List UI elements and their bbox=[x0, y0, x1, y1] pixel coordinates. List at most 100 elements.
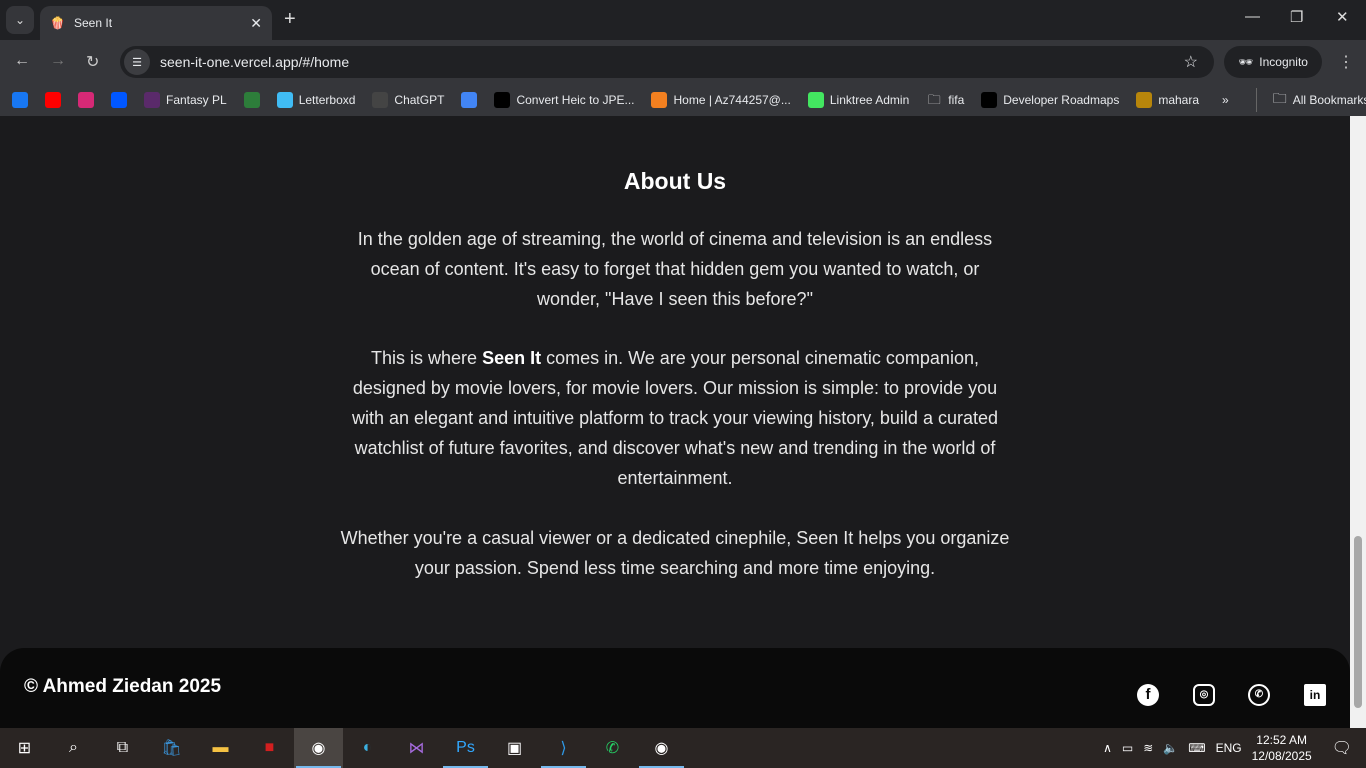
mahara-icon bbox=[1136, 92, 1153, 108]
start-button[interactable]: ⊞ bbox=[0, 728, 49, 768]
facebook-icon bbox=[12, 92, 28, 108]
whatsapp-icon[interactable]: ✆ bbox=[1248, 684, 1270, 706]
bookmark-item[interactable]: Letterboxd bbox=[276, 92, 356, 108]
youtube-icon bbox=[45, 92, 61, 108]
tab-search-button[interactable]: ⌄ bbox=[6, 6, 34, 34]
h-icon bbox=[494, 92, 511, 108]
bookmark-item[interactable] bbox=[243, 92, 260, 108]
bookmark-label: ChatGPT bbox=[394, 93, 445, 107]
scrollbar-thumb[interactable] bbox=[1354, 536, 1362, 708]
reload-button[interactable]: ↻ bbox=[86, 52, 99, 72]
bookmark-item[interactable]: ChatGPT bbox=[372, 92, 444, 108]
time: 12:52 AM bbox=[1256, 733, 1307, 747]
bookmark-item[interactable]: 🗀 fifa bbox=[926, 92, 964, 108]
bookmark-label: Fantasy PL bbox=[166, 93, 227, 107]
bookmarks-bar: Fantasy PL Letterboxd ChatGPT Convert Heic … bbox=[0, 84, 1366, 116]
acrobat-icon[interactable]: ■ bbox=[245, 728, 294, 768]
behance-icon bbox=[111, 92, 127, 108]
notifications-icon[interactable]: 🗨 bbox=[1332, 738, 1352, 758]
terminal-icon[interactable]: ▣ bbox=[490, 728, 539, 768]
linktree-icon bbox=[807, 92, 824, 108]
bookmark-item[interactable]: Linktree Admin bbox=[807, 92, 909, 108]
language-indicator[interactable]: ENG bbox=[1216, 741, 1242, 755]
wifi-icon[interactable]: ≋ bbox=[1143, 741, 1153, 755]
instagram-icon bbox=[78, 92, 94, 108]
new-tab-button[interactable]: + bbox=[284, 8, 296, 31]
battery-icon[interactable]: ▭ bbox=[1122, 741, 1133, 755]
edge-icon[interactable]: ◐ bbox=[343, 728, 392, 768]
bookmark-item[interactable] bbox=[12, 92, 28, 108]
chevron-up-icon[interactable]: ∧ bbox=[1103, 741, 1112, 755]
about-paragraph-1: In the golden age of streaming, the worl… bbox=[357, 229, 993, 309]
store-icon[interactable]: 🛍 bbox=[147, 728, 196, 768]
incognito-icon: 🕶 bbox=[1238, 55, 1254, 69]
close-window-button[interactable]: ✕ bbox=[1336, 8, 1349, 26]
task-view-icon[interactable]: ⧉ bbox=[98, 728, 147, 768]
tab-title: Seen It bbox=[74, 16, 113, 30]
bookmark-label: mahara bbox=[1158, 93, 1200, 107]
bookmark-item[interactable]: Convert Heic to JPE... bbox=[494, 92, 634, 108]
roadmap-icon bbox=[981, 92, 998, 108]
instagram-icon[interactable]: ◎ bbox=[1193, 684, 1215, 706]
volume-icon[interactable]: 🔈 bbox=[1163, 741, 1178, 755]
bookmark-item[interactable]: Developer Roadmaps bbox=[981, 92, 1119, 108]
browser-toolbar: ← → ↻ ☰ seen-it-one.vercel.app/#/home ☆ … bbox=[0, 40, 1366, 84]
restore-button[interactable]: ❐ bbox=[1290, 8, 1303, 26]
bookmark-item[interactable] bbox=[78, 92, 94, 108]
linkedin-icon[interactable]: in bbox=[1304, 684, 1326, 706]
all-bookmarks-label: All Bookmarks bbox=[1292, 93, 1366, 107]
keyboard-icon[interactable]: ⌨ bbox=[1188, 741, 1205, 755]
bookmark-label: Developer Roadmaps bbox=[1003, 93, 1120, 107]
live-icon bbox=[243, 92, 260, 108]
bookmark-label: Convert Heic to JPE... bbox=[516, 93, 635, 107]
footer: © Ahmed Ziedan 2025 f ◎ ✆ in bbox=[0, 648, 1350, 728]
letterboxd-icon bbox=[276, 92, 293, 108]
bookmark-item[interactable]: Home | Az744257@... bbox=[651, 92, 791, 108]
menu-icon[interactable]: ⋮ bbox=[1338, 52, 1354, 72]
clock[interactable]: 12:52 AM 12/08/2025 bbox=[1252, 732, 1312, 764]
bookmark-item[interactable] bbox=[461, 92, 478, 108]
all-bookmarks-button[interactable]: 🗀 All Bookmarks bbox=[1255, 88, 1366, 112]
whatsapp-icon[interactable]: ✆ bbox=[588, 728, 637, 768]
tab-strip: ⌄ 🍿 Seen It ✕ + — ❐ ✕ bbox=[0, 0, 1366, 40]
chatgpt-icon bbox=[372, 92, 389, 108]
address-bar[interactable]: ☰ seen-it-one.vercel.app/#/home ☆ bbox=[120, 46, 1214, 78]
search-icon[interactable]: ⌕ bbox=[49, 728, 98, 768]
system-tray: ∧ ▭ ≋ 🔈 ⌨ ENG 12:52 AM 12/08/2025 🗨 bbox=[1103, 728, 1366, 768]
more-bookmarks-button[interactable]: » bbox=[1222, 93, 1229, 107]
bookmark-item[interactable]: Fantasy PL bbox=[144, 92, 227, 108]
minimize-button[interactable]: — bbox=[1245, 8, 1260, 25]
scrollbar[interactable] bbox=[1350, 116, 1366, 728]
url-text[interactable]: seen-it-one.vercel.app/#/home bbox=[160, 54, 349, 70]
close-tab-icon[interactable]: ✕ bbox=[250, 15, 262, 32]
photoshop-icon[interactable]: Ps bbox=[441, 728, 490, 768]
page-content: About Us In the golden age of streaming,… bbox=[0, 116, 1350, 728]
bookmark-label: Letterboxd bbox=[298, 93, 356, 107]
date: 12/08/2025 bbox=[1251, 749, 1312, 763]
para2-suffix: comes in. We are your personal cinematic… bbox=[351, 348, 998, 488]
vscode-icon[interactable]: ⟩ bbox=[539, 728, 588, 768]
bookmark-label: Home | Az744257@... bbox=[673, 93, 791, 107]
bookmark-label: fifa bbox=[948, 93, 965, 107]
folder-icon: 🗀 bbox=[926, 92, 943, 108]
brand-name: Seen It bbox=[482, 348, 542, 368]
chrome-icon[interactable]: ◉ bbox=[294, 728, 343, 768]
about-paragraph-2: This is where Seen It comes in. We are y… bbox=[340, 343, 1010, 493]
back-button[interactable]: ← bbox=[14, 52, 30, 70]
para2-prefix: This is where bbox=[371, 348, 483, 368]
copyright: © Ahmed Ziedan 2025 bbox=[24, 676, 222, 697]
bookmark-item[interactable] bbox=[45, 92, 61, 108]
site-info-icon[interactable]: ☰ bbox=[124, 49, 150, 75]
bookmark-star-icon[interactable]: ☆ bbox=[1184, 52, 1198, 72]
folder-icon: 🗀 bbox=[1272, 90, 1287, 106]
file-explorer-icon[interactable]: ▬ bbox=[196, 728, 245, 768]
chrome-icon[interactable]: ◉ bbox=[637, 728, 686, 768]
facebook-icon[interactable]: f bbox=[1137, 684, 1159, 706]
bookmark-item[interactable]: mahara bbox=[1136, 92, 1199, 108]
bookmark-item[interactable] bbox=[111, 92, 127, 108]
incognito-label: Incognito bbox=[1259, 55, 1308, 69]
incognito-button[interactable]: 🕶 Incognito bbox=[1224, 46, 1322, 78]
visual-studio-icon[interactable]: ⋈ bbox=[392, 728, 441, 768]
tab-seen-it[interactable]: 🍿 Seen It ✕ bbox=[40, 6, 272, 40]
forward-button[interactable]: → bbox=[50, 52, 66, 70]
